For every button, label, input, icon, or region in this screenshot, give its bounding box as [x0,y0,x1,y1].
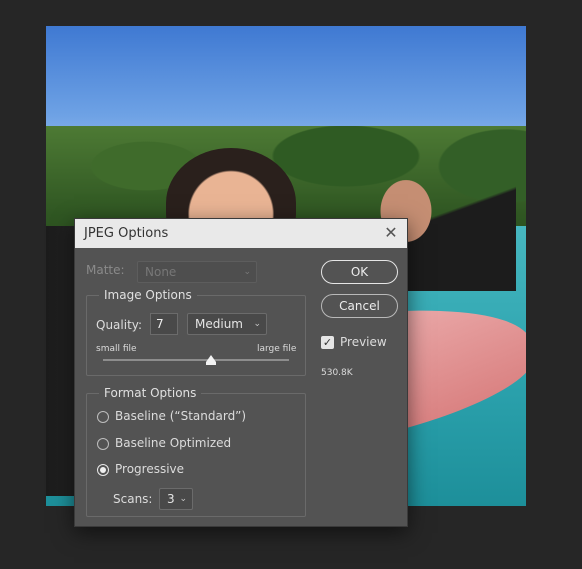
format-options-group: Format Options Baseline (“Standard”) Bas… [86,386,306,517]
chevron-down-icon: ⌄ [179,494,187,504]
chevron-down-icon: ⌄ [243,267,251,277]
jpeg-options-dialog: JPEG Options ✕ Matte: None ⌄ Image Optio… [74,218,408,527]
scans-label: Scans: [113,492,153,506]
cancel-button[interactable]: Cancel [321,294,398,318]
matte-value: None [145,265,177,279]
option-progressive[interactable]: Progressive [115,462,184,476]
scans-value: 3 [167,492,175,506]
image-options-title: Image Options [99,288,197,302]
checkmark-icon: ✓ [322,336,333,349]
file-size-readout: 530.8K [321,368,353,378]
radio-progressive[interactable] [97,464,109,476]
option-baseline-standard[interactable]: Baseline (“Standard”) [115,409,246,423]
matte-label: Matte: [86,263,125,277]
dialog-titlebar[interactable]: JPEG Options ✕ [75,219,407,248]
matte-select: None ⌄ [137,261,257,283]
radio-baseline-standard[interactable] [97,411,109,423]
preview-label[interactable]: Preview [340,335,387,349]
quality-slider-thumb[interactable] [205,355,216,365]
quality-preset-select[interactable]: Medium ⌄ [187,313,267,335]
slider-max-label: large file [257,344,297,354]
preview-checkbox[interactable]: ✓ [321,336,334,349]
quality-preset-value: Medium [195,317,243,331]
image-options-group: Image Options Quality: 7 Medium ⌄ small … [86,288,306,376]
scans-select[interactable]: 3 ⌄ [159,488,193,510]
quality-slider-track[interactable] [103,359,289,361]
chevron-down-icon: ⌄ [253,319,261,329]
quality-label: Quality: [96,318,143,332]
dialog-title: JPEG Options [84,226,169,241]
option-baseline-optimized[interactable]: Baseline Optimized [115,436,231,450]
close-icon[interactable]: ✕ [383,225,399,241]
format-options-title: Format Options [99,386,202,400]
ok-button[interactable]: OK [321,260,398,284]
radio-baseline-optimized[interactable] [97,438,109,450]
quality-input[interactable]: 7 [150,313,178,335]
slider-min-label: small file [96,344,137,354]
